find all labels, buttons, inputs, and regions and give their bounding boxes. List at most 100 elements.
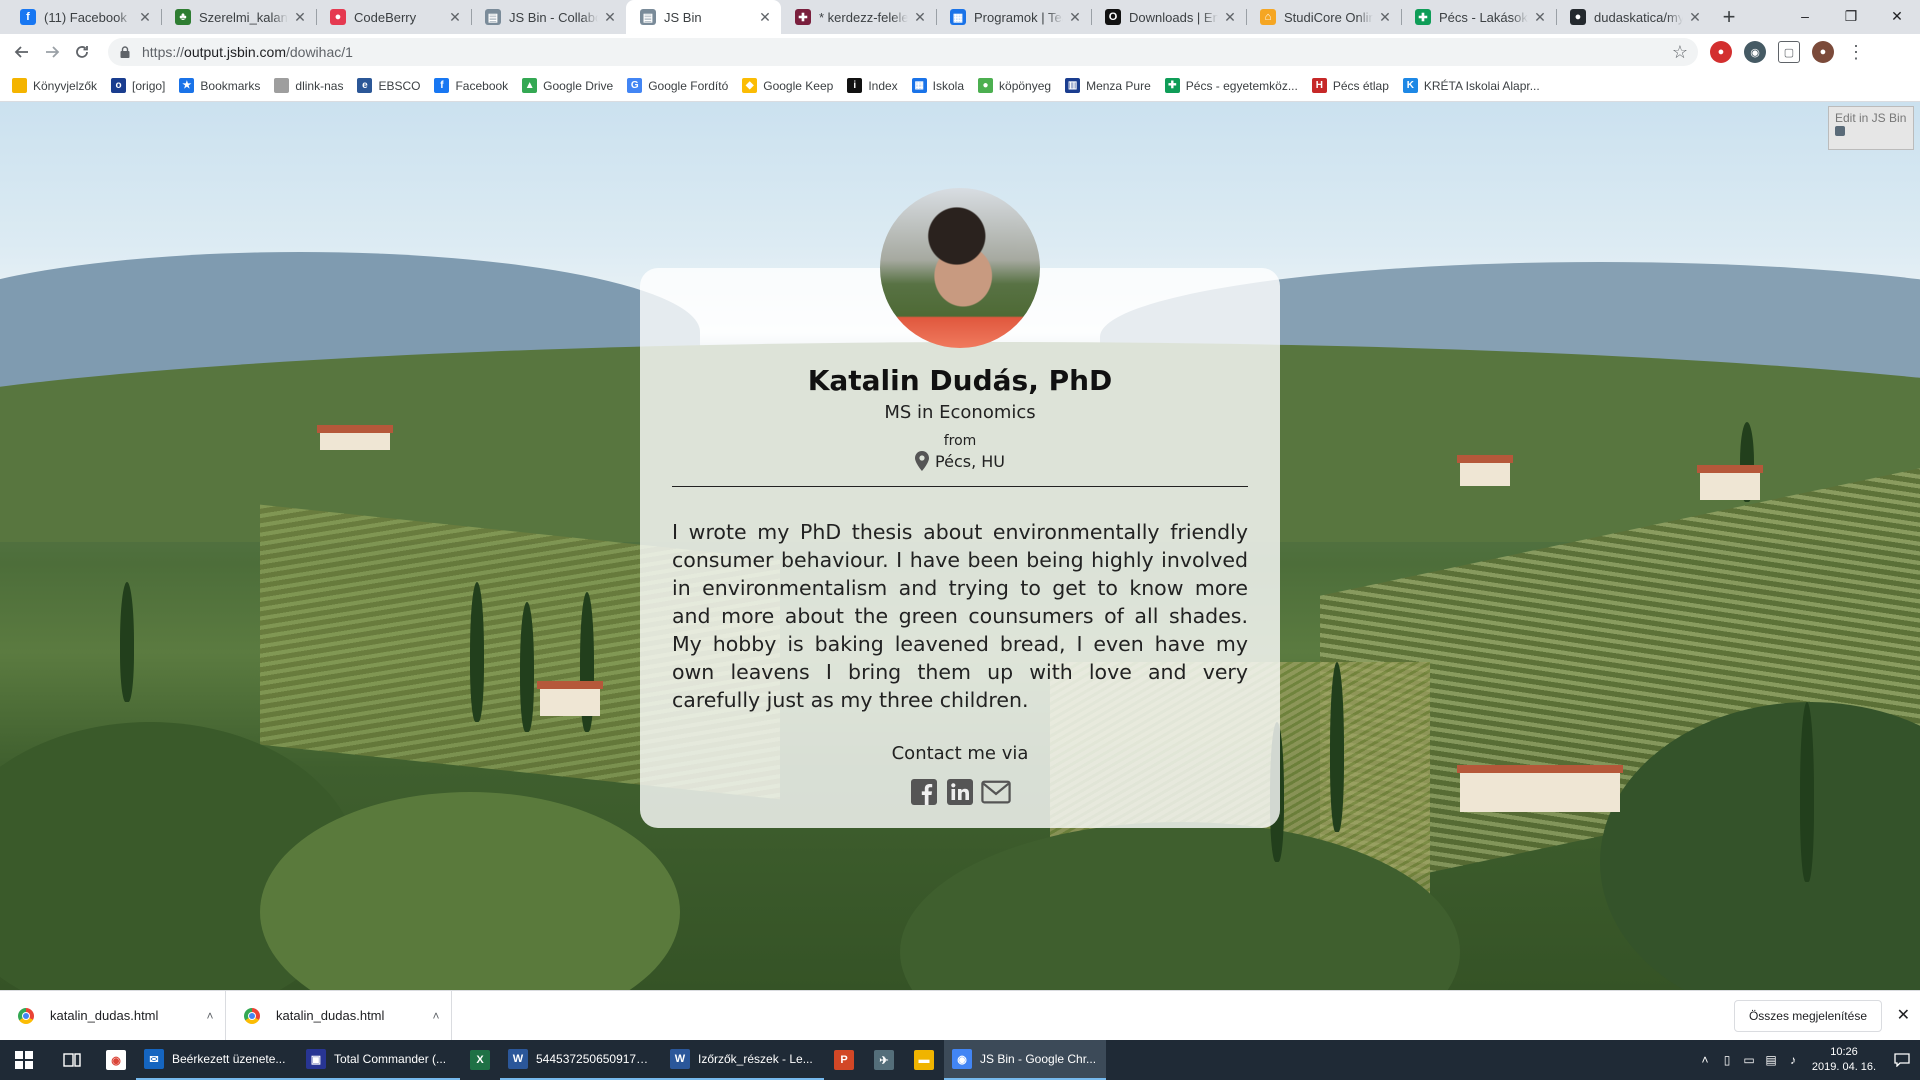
bookmark-favicon-icon: ✚ xyxy=(1164,78,1180,93)
bookmark-item[interactable]: ◆ Google Keep xyxy=(742,78,833,93)
bookmark-item[interactable]: e EBSCO xyxy=(357,78,420,93)
extension-icon-2[interactable]: ◉ xyxy=(1744,41,1766,63)
app-label: Beérkezett üzenete... xyxy=(172,1052,286,1066)
edit-in-jsbin-button[interactable]: Edit in JS Bin xyxy=(1828,106,1914,150)
tab[interactable]: ▦ Programok | Tea ✕ xyxy=(936,0,1091,34)
bookmark-item[interactable]: H Pécs étlap xyxy=(1311,78,1389,93)
bookmark-item[interactable]: dlink-nas xyxy=(274,78,343,93)
bookmarks-bar: Könyvjelzők o [origo] ★ Bookmarks dlink-nas e E… xyxy=(0,70,1920,102)
app-icon: ◉ xyxy=(952,1049,972,1069)
bookmark-favicon-icon xyxy=(12,78,27,93)
tab[interactable]: ✚ * kerdezz-felelek ✕ xyxy=(781,0,936,34)
windows-logo-icon xyxy=(15,1051,33,1069)
close-icon[interactable]: ✕ xyxy=(1897,1005,1910,1025)
close-window-button[interactable]: ✕ xyxy=(1874,0,1920,32)
chevron-up-icon[interactable]: ˄ xyxy=(1694,1053,1716,1067)
taskbar-app[interactable]: ◉ xyxy=(96,1040,136,1080)
page-viewport: Edit in JS Bin Katalin Dudás, PhD MS in … xyxy=(0,102,1920,990)
tab[interactable]: O Downloads | Eng ✕ xyxy=(1091,0,1246,34)
bookmark-item[interactable]: ▦ Iskola xyxy=(911,78,964,93)
tab-favicon-icon: ▦ xyxy=(950,9,966,25)
tab-close-icon[interactable]: ✕ xyxy=(292,9,308,25)
bookmark-item[interactable]: f Facebook xyxy=(434,78,508,93)
tab[interactable]: f (11) Facebook ✕ xyxy=(6,0,161,34)
bookmark-item[interactable]: ★ Bookmarks xyxy=(179,78,260,93)
reload-button[interactable] xyxy=(68,38,96,66)
chevron-up-icon[interactable]: ˄ xyxy=(195,1009,225,1023)
bookmark-item[interactable]: G Google Fordító xyxy=(627,78,728,93)
bookmark-item[interactable]: ● köpönyeg xyxy=(978,78,1051,93)
tab-close-icon[interactable]: ✕ xyxy=(1687,9,1703,25)
tab-close-icon[interactable]: ✕ xyxy=(912,9,928,25)
tab[interactable]: ● dudaskatica/my ✕ xyxy=(1556,0,1711,34)
tab-active[interactable]: ▤ JS Bin ✕ xyxy=(626,0,781,34)
taskbar-app[interactable]: ✈ xyxy=(864,1040,904,1080)
bookmark-item[interactable]: K KRÉTA Iskolai Alapr... xyxy=(1402,78,1540,93)
tab[interactable]: ⌂ StudiCore Online✕ xyxy=(1246,0,1401,34)
tab-title: * kerdezz-felelek xyxy=(819,9,908,25)
taskbar-app[interactable]: W Izőrzők_részek - Le... xyxy=(662,1040,824,1080)
tab-close-icon[interactable]: ✕ xyxy=(137,9,153,25)
clock[interactable]: 10:26 2019. 04. 16. xyxy=(1804,1045,1884,1075)
bookmark-item[interactable]: ▥ Menza Pure xyxy=(1065,78,1151,93)
task-view-button[interactable] xyxy=(48,1040,96,1080)
download-item[interactable]: katalin_dudas.html ˄ xyxy=(0,990,226,1041)
profile-avatar[interactable]: ● xyxy=(1812,41,1834,63)
bookmark-item[interactable]: o [origo] xyxy=(111,78,165,93)
tab-close-icon[interactable]: ✕ xyxy=(1377,9,1393,25)
back-arrow-icon xyxy=(14,46,28,58)
tab[interactable]: ♣ Szerelmi_kalandt✕ xyxy=(161,0,316,34)
facebook-link[interactable] xyxy=(909,777,939,807)
tab[interactable]: ● CodeBerry ✕ xyxy=(316,0,471,34)
taskbar-app[interactable]: X xyxy=(460,1040,500,1080)
tab-close-icon[interactable]: ✕ xyxy=(447,9,463,25)
address-bar[interactable]: https://output.jsbin.com/dowihac/1 ☆ xyxy=(108,38,1698,66)
tab-close-icon[interactable]: ✕ xyxy=(602,9,618,25)
taskbar-app[interactable]: W 5445372506509178 ... xyxy=(500,1040,662,1080)
usb-icon[interactable]: ▯ xyxy=(1716,1053,1738,1067)
app-icon: X xyxy=(470,1050,490,1070)
taskbar-app[interactable]: ▣ Total Commander (... xyxy=(298,1040,460,1080)
back-button[interactable] xyxy=(8,38,36,66)
minimize-button[interactable]: – xyxy=(1782,0,1828,32)
tab-close-icon[interactable]: ✕ xyxy=(757,9,773,25)
taskbar-app[interactable]: ▬ xyxy=(904,1040,944,1080)
start-button[interactable] xyxy=(0,1040,48,1080)
tab-close-icon[interactable]: ✕ xyxy=(1222,9,1238,25)
bookmark-item[interactable]: i Index xyxy=(847,78,898,93)
bookmark-item[interactable]: Könyvjelzők xyxy=(12,78,97,93)
network-icon[interactable]: ▤ xyxy=(1760,1053,1782,1067)
battery-icon[interactable]: ▭ xyxy=(1738,1053,1760,1067)
tab[interactable]: ▤ JS Bin - Collabora✕ xyxy=(471,0,626,34)
cast-icon[interactable]: ▢ xyxy=(1778,41,1800,63)
taskbar-app[interactable]: ✉ Beérkezett üzenete... xyxy=(136,1040,298,1080)
download-item[interactable]: katalin_dudas.html ˄ xyxy=(226,990,452,1041)
location: Pécs, HU xyxy=(640,451,1280,471)
bookmark-label: Google Keep xyxy=(763,78,834,93)
linkedin-link[interactable] xyxy=(945,777,975,807)
bookmark-label: Menza Pure xyxy=(1086,78,1151,93)
maximize-button[interactable]: ❐ xyxy=(1828,0,1874,32)
bookmark-star-icon[interactable]: ☆ xyxy=(1672,42,1688,63)
tab-close-icon[interactable]: ✕ xyxy=(1067,9,1083,25)
windows-taskbar: ◉ ✉ Beérkezett üzenete... ▣ Total Commander … xyxy=(0,1040,1920,1080)
forward-button[interactable] xyxy=(38,38,66,66)
chevron-up-icon[interactable]: ˄ xyxy=(421,1009,451,1023)
taskbar-app[interactable]: P xyxy=(824,1040,864,1080)
extension-icon-1[interactable]: ● xyxy=(1710,41,1732,63)
tab-close-icon[interactable]: ✕ xyxy=(1532,9,1548,25)
bookmark-item[interactable]: ▲ Google Drive xyxy=(522,78,613,93)
tab-favicon-icon: ● xyxy=(330,9,346,25)
show-all-downloads-button[interactable]: Összes megjelenítése xyxy=(1733,1000,1882,1032)
notifications-button[interactable] xyxy=(1884,1040,1920,1080)
menu-kebab-icon[interactable]: ⋮ xyxy=(1842,38,1870,66)
new-tab-button[interactable]: + xyxy=(1715,0,1743,34)
bookmark-item[interactable]: ✚ Pécs - egyetemköz... xyxy=(1164,78,1298,93)
volume-icon[interactable]: ♪ xyxy=(1782,1053,1804,1067)
tab-title: JS Bin xyxy=(664,9,702,25)
tab[interactable]: ✚ Pécs - Lakások - ✕ xyxy=(1401,0,1556,34)
taskbar-app[interactable]: ◉ JS Bin - Google Chr... xyxy=(944,1040,1106,1080)
bookmark-label: Google Fordító xyxy=(648,78,729,93)
tab-favicon-icon: f xyxy=(20,9,36,25)
email-link[interactable] xyxy=(981,777,1011,807)
